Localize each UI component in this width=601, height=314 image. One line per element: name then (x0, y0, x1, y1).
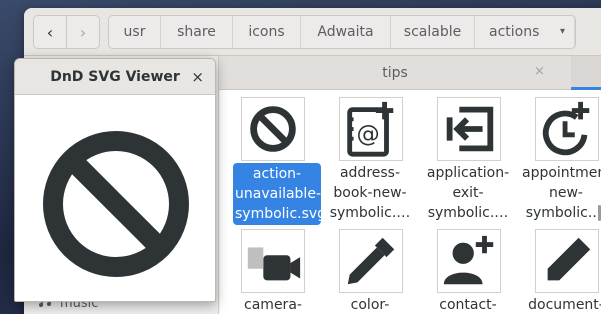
close-icon[interactable]: × (191, 68, 204, 86)
application-exit-icon (437, 97, 501, 161)
headerbar: ‹ › usr share icons Adwaita scalable act… (24, 8, 601, 56)
viewer-headerbar: DnD SVG Viewer × (15, 59, 215, 95)
address-book-new-icon: @ (339, 97, 403, 161)
appointment-new-icon (535, 97, 599, 161)
file-label: application-exit-symbolic.… (426, 165, 510, 221)
file-label: address-book-new-symbolic.… (329, 165, 411, 221)
tab-bar: tips × (219, 56, 601, 90)
color-picker-icon (339, 229, 403, 293)
chevron-right-icon: › (79, 22, 87, 42)
tab-next[interactable] (571, 56, 601, 90)
dnd-svg-viewer-window: DnD SVG Viewer × (14, 58, 216, 302)
path-crumb-scalable[interactable]: scalable (391, 16, 475, 48)
forbidden-icon (241, 97, 305, 161)
path-crumb-usr[interactable]: usr (109, 16, 161, 48)
file-label: color- (350, 297, 390, 313)
forbidden-icon (43, 131, 189, 277)
path-crumb-share[interactable]: share (161, 16, 233, 48)
tab-tips[interactable]: tips (219, 56, 571, 90)
chevron-left-icon: ‹ (46, 22, 54, 42)
path-crumb-adwaita[interactable]: Adwaita (301, 16, 391, 48)
contact-new-icon (437, 229, 501, 293)
back-button[interactable]: ‹ (34, 16, 67, 48)
file-label: appointment-new-symbolic.… (522, 165, 601, 221)
forward-button[interactable]: › (67, 16, 99, 48)
file-label: document- (528, 297, 601, 313)
file-label: contact- (439, 297, 497, 313)
path-crumb-icons[interactable]: icons (233, 16, 301, 48)
viewer-title: DnD SVG Viewer (50, 68, 180, 85)
path-bar: usr share icons Adwaita scalable actions… (108, 15, 576, 49)
nav-button-group: ‹ › (33, 15, 100, 49)
document-edit-icon (535, 229, 599, 293)
tab-label: tips (382, 65, 408, 81)
chevron-down-icon[interactable]: ▾ (560, 26, 565, 37)
file-label: action-unavailable-symbolic.svg (233, 163, 326, 225)
close-icon[interactable]: × (534, 64, 545, 79)
camera-icon (241, 229, 305, 293)
svg-text:@: @ (356, 121, 379, 148)
file-label: camera- (244, 297, 302, 313)
